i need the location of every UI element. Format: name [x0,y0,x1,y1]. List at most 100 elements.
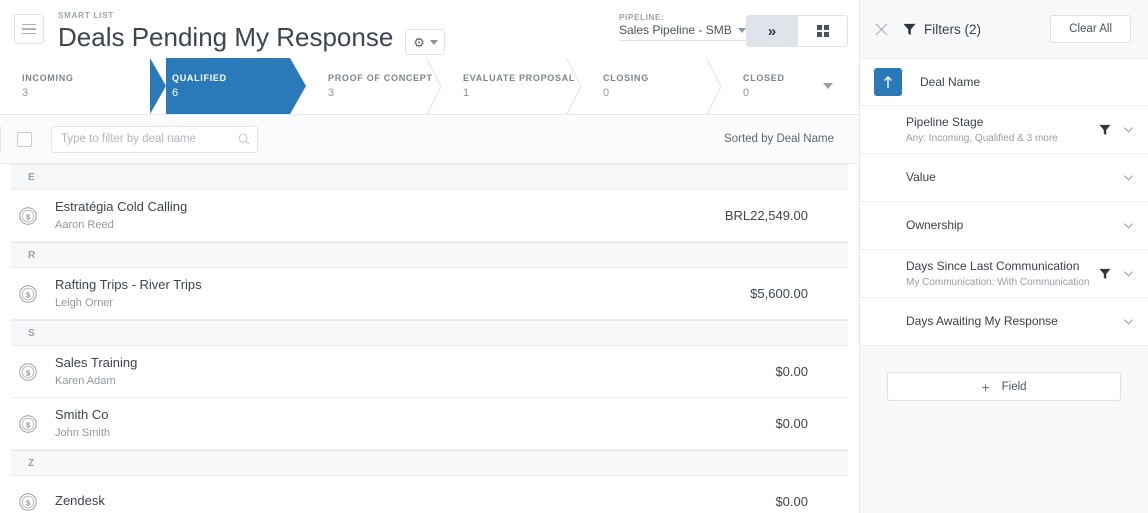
deal-name: Sales Training [55,355,138,370]
smart-list-eyebrow: SMART LIST [58,11,114,20]
stage-count: 0 [603,86,610,99]
toolbar-left [0,125,258,153]
pipeline-value: Sales Pipeline - SMB [619,23,732,37]
list-view-button[interactable]: » [747,16,797,46]
sort-ascending-button[interactable] [874,68,902,96]
page-title: Deals Pending My Response [58,22,394,52]
chevron-down-icon[interactable] [1123,268,1134,279]
deal-texts: Estratégia Cold Calling Aaron Reed [55,198,187,233]
filter-row-value[interactable]: Value [860,154,1148,202]
chevron-down-icon [737,27,746,33]
clear-all-button[interactable]: Clear All [1050,15,1131,43]
filter-row-deal-name[interactable]: Deal Name [860,58,1148,106]
filter-texts: Deal Name [920,74,980,91]
top-bar: SMART LIST Deals Pending My Response ⚙ P… [0,0,859,58]
filter-texts: Days Awaiting My Response [906,313,1058,330]
chevron-down-icon[interactable] [1123,220,1134,231]
deal-owner: Karen Adam [55,375,116,387]
stage-count: 6 [172,86,179,99]
stage-count: 3 [328,86,335,99]
funnel-icon[interactable] [1099,124,1111,136]
select-all-checkbox[interactable] [17,131,32,147]
svg-text:$: $ [26,420,31,429]
deal-owner: John Smith [55,427,111,439]
stage-count: 3 [22,86,29,99]
stage-qualified[interactable]: QUALIFIED 6 [150,58,306,114]
pipeline-selector[interactable]: PIPELINE: Sales Pipeline - SMB [619,12,746,41]
deal-list: E $ Estratégia Cold Calling Aaron Reed B… [0,164,859,513]
filter-texts: Ownership [906,217,963,234]
filter-row-actions [1123,316,1134,327]
deal-texts: Zendesk [55,492,105,511]
chevron-down-icon[interactable] [1123,172,1134,183]
filter-label: Deal Name [920,74,981,89]
main-column: SMART LIST Deals Pending My Response ⚙ P… [0,0,860,513]
deal-value: $5,600.00 [750,286,808,301]
deal-value: BRL22,549.00 [724,208,808,223]
filter-texts: Pipeline Stage Any: Incoming, Qualified … [906,114,1058,146]
money-circle-icon: $ [19,414,37,433]
funnel-icon[interactable] [1099,268,1111,280]
view-toggle: » [746,15,848,47]
group-header: Z [11,450,848,476]
stage-label: QUALIFIED [172,72,227,83]
table-row[interactable]: $ Rafting Trips - River Trips Leigh Orne… [11,268,848,320]
filter-row-ownership[interactable]: Ownership [860,202,1148,250]
close-icon[interactable] [874,22,889,37]
deal-value: $0.00 [775,416,808,431]
deal-texts: Sales Training Karen Adam [55,354,137,389]
filter-texts: Days Since Last Communication My Communi… [906,258,1089,290]
filters-panel: Filters (2) Clear All Deal Name Pipeline… [860,0,1148,513]
stage-closed[interactable]: CLOSED 0 [721,58,859,114]
deal-owner: Leigh Orner [55,297,114,309]
settings-button[interactable]: ⚙ [405,29,445,55]
filter-sublabel: My Communication: With Communication [906,276,1090,288]
filter-row-days-awaiting-my-response[interactable]: Days Awaiting My Response [860,298,1148,346]
pipeline-stage-funnel: INCOMING 3 QUALIFIED 6 PROOF OF CONCEPT … [0,58,859,115]
stage-label: EVALUATE PROPOSAL [463,72,576,83]
filter-label: Pipeline Stage [906,114,984,129]
money-circle-icon: $ [19,284,37,303]
pipeline-dropdown[interactable]: Sales Pipeline - SMB [619,23,746,41]
stage-closing[interactable]: CLOSING 0 [581,58,722,115]
pipeline-label: PIPELINE: [619,13,665,22]
table-row[interactable]: $ Smith Co John Smith $0.00 [11,398,848,450]
funnel-icon [903,23,916,35]
filter-label: Days Since Last Communication [906,258,1080,273]
chevron-down-icon[interactable] [1123,316,1134,327]
stage-label: CLOSING [603,72,649,83]
filter-row-pipeline-stage[interactable]: Pipeline Stage Any: Incoming, Qualified … [860,106,1148,154]
table-row[interactable]: $ Estratégia Cold Calling Aaron Reed BRL… [11,190,848,242]
stage-proof-of-concept[interactable]: PROOF OF CONCEPT 3 [306,58,442,115]
svg-text:$: $ [26,290,31,299]
filters-title: Filters (2) [924,21,981,37]
add-field-label: Field [1001,380,1027,393]
group-header: S [11,320,848,346]
deal-value: $0.00 [775,494,808,509]
hamburger-icon[interactable] [14,14,44,44]
svg-text:$: $ [26,212,31,221]
grid-view-button[interactable] [797,16,847,46]
money-circle-icon: $ [19,206,37,225]
deal-owner: Aaron Reed [55,219,114,231]
list-toolbar: Sorted by Deal Name [0,115,859,164]
deal-name: Zendesk [55,493,105,508]
stage-evaluate-proposal[interactable]: EVALUATE PROPOSAL 1 [441,58,582,115]
add-field-wrap: + Field [860,346,1148,401]
table-row[interactable]: $ Sales Training Karen Adam $0.00 [11,346,848,398]
stage-label: CLOSED [743,72,785,83]
chevron-down-icon[interactable] [1123,124,1134,135]
table-row[interactable]: $ Zendesk $0.00 [11,476,848,513]
sort-indicator[interactable]: Sorted by Deal Name [724,133,847,145]
plus-icon: + [981,378,990,395]
search-input[interactable] [51,125,258,153]
filter-row-days-since-last-communication[interactable]: Days Since Last Communication My Communi… [860,250,1148,298]
stage-count: 0 [743,86,750,99]
filter-label: Ownership [906,218,964,232]
group-header: R [11,242,848,268]
stage-incoming[interactable]: INCOMING 3 [0,58,150,114]
deal-name: Rafting Trips - River Trips [55,277,202,292]
svg-text:$: $ [26,498,31,507]
add-field-button[interactable]: + Field [887,372,1121,401]
caret-down-icon[interactable] [823,83,833,89]
